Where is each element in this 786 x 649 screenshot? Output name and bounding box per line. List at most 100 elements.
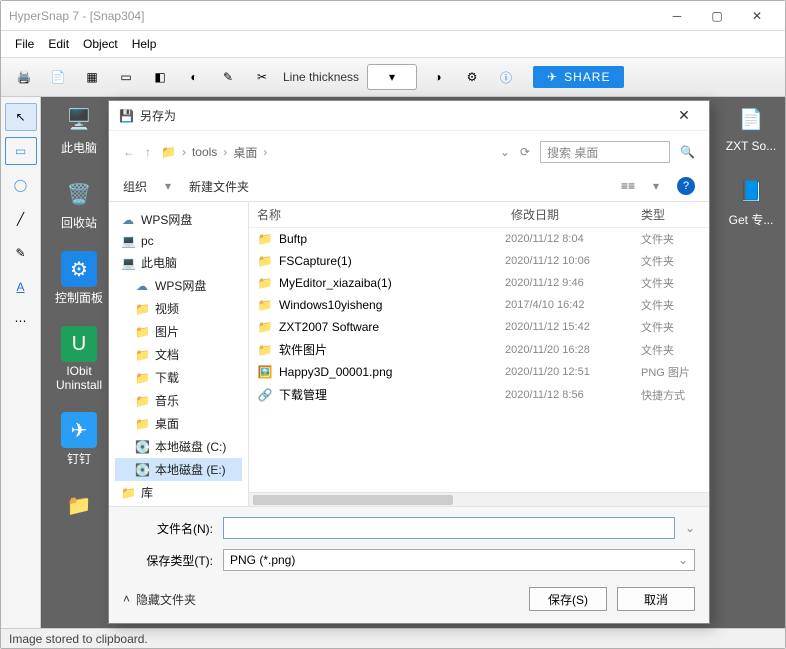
organize-menu[interactable]: 组织 — [123, 178, 147, 195]
color-icon[interactable]: ◑ — [425, 64, 451, 90]
folder-icon: 📁 — [161, 145, 176, 159]
cancel-button[interactable]: 取消 — [617, 587, 695, 611]
dialog-close-button[interactable]: ✕ — [669, 107, 699, 124]
ellipse-tool[interactable]: ◯ — [5, 171, 37, 199]
toolbar: 🖨️ 📄 ▦ ▭ ◧ ◐ ✎ ✂ Line thickness ▾ ◑ ⚙ ⓘ … — [1, 57, 785, 97]
folder-icon: 📁 — [257, 276, 273, 290]
nav-back-icon[interactable]: ← — [123, 145, 135, 159]
search-icon[interactable]: 🔍 — [680, 145, 695, 159]
desktop-get[interactable]: 📘Get 专... — [723, 173, 779, 228]
info-icon[interactable]: ⓘ — [493, 64, 519, 90]
maximize-button[interactable]: ▢ — [697, 2, 737, 30]
pc-icon: 💻 — [121, 234, 135, 248]
folder-icon: 📁 — [257, 343, 273, 357]
eraser-icon[interactable]: ✂ — [249, 64, 275, 90]
more-tool[interactable]: ⋯ — [5, 307, 37, 335]
tool-icon-6[interactable]: ◐ — [181, 64, 207, 90]
tree-item[interactable]: 📁文档 — [115, 343, 242, 366]
col-type[interactable]: 类型 — [641, 206, 701, 223]
settings-icon[interactable]: ⚙ — [459, 64, 485, 90]
tree-item[interactable]: 📁音乐 — [115, 389, 242, 412]
menu-edit[interactable]: Edit — [48, 37, 69, 51]
list-item[interactable]: 🖼️Happy3D_00001.png2020/11/20 12:51PNG 图… — [249, 361, 709, 383]
dialog-body: ☁WPS网盘💻pc💻此电脑☁WPS网盘📁视频📁图片📁文档📁下载📁音乐📁桌面💽本地… — [109, 201, 709, 507]
pc-icon: 💻 — [121, 256, 135, 270]
pencil-tool[interactable]: ✎ — [5, 239, 37, 267]
tree-item[interactable]: 📁桌面 — [115, 412, 242, 435]
refresh-icon[interactable]: ⟳ — [520, 145, 530, 159]
line-thickness-select[interactable]: ▾ — [367, 64, 417, 90]
dialog-nav: ← ↑ 📁 tools 桌面 ⌄ ⟳ 搜索 桌面 🔍 — [109, 131, 709, 173]
desktop-iobit[interactable]: UIObit Uninstall — [51, 326, 107, 392]
tree-item[interactable]: 📁库 — [115, 481, 242, 504]
brush-icon[interactable]: ✎ — [215, 64, 241, 90]
dialog-fields: 文件名(N): ⌄ 保存类型(T): PNG (*.png) ⌄ — [109, 507, 709, 577]
app-icon: 🔗 — [257, 388, 273, 402]
list-item[interactable]: 📁MyEditor_xiazaiba(1)2020/11/12 9:46文件夹 — [249, 272, 709, 294]
line-tool[interactable]: ╱ — [5, 205, 37, 233]
tree-item[interactable]: 📁视频 — [115, 297, 242, 320]
list-item[interactable]: 📁FSCapture(1)2020/11/12 10:06文件夹 — [249, 250, 709, 272]
tree-item[interactable]: 📁下载 — [115, 366, 242, 389]
desktop-mycomputer[interactable]: 🖥️此电脑 — [51, 101, 107, 156]
save-button[interactable]: 保存(S) — [529, 587, 607, 611]
search-input[interactable]: 搜索 桌面 — [540, 141, 670, 163]
tree-item[interactable]: 💽本地磁盘 (C:) — [115, 435, 242, 458]
view-mode-button[interactable]: ≡≡ — [621, 179, 635, 193]
col-date[interactable]: 修改日期 — [511, 206, 641, 223]
folder-icon: 📁 — [135, 325, 149, 339]
folder-icon: 📁 — [257, 320, 273, 334]
chevron-down-icon: ⌄ — [678, 553, 688, 567]
tool-icon-3[interactable]: ▦ — [79, 64, 105, 90]
list-item[interactable]: 🔗下载管理2020/11/12 8:56快捷方式 — [249, 383, 709, 406]
tree-item[interactable]: 💻pc — [115, 231, 242, 251]
scrollbar-thumb[interactable] — [253, 495, 453, 505]
desktop-controlpanel[interactable]: ⚙控制面板 — [51, 251, 107, 306]
col-name[interactable]: 名称 — [257, 206, 511, 223]
filename-dropdown-icon[interactable]: ⌄ — [685, 521, 695, 535]
dialog-toolbar: 组织 ▾ 新建文件夹 ≡≡ ▾ ? — [109, 173, 709, 201]
menu-file[interactable]: File — [15, 37, 34, 51]
folder-icon: 📁 — [121, 486, 135, 500]
tree-item[interactable]: 💻此电脑 — [115, 251, 242, 274]
list-item[interactable]: 📁Windows10yisheng2017/4/10 16:42文件夹 — [249, 294, 709, 316]
tool-icon-4[interactable]: ▭ — [113, 64, 139, 90]
list-item[interactable]: 📁软件图片2020/11/20 16:28文件夹 — [249, 338, 709, 361]
tree-item[interactable]: 📁图片 — [115, 320, 242, 343]
cursor-tool[interactable]: ↖ — [5, 103, 37, 131]
rect-tool[interactable]: ▭ — [5, 137, 37, 165]
desktop-icons-left: 🖥️此电脑 🗑️回收站 ⚙控制面板 UIObit Uninstall ✈钉钉 📁 — [51, 101, 107, 523]
tool-icon-5[interactable]: ◧ — [147, 64, 173, 90]
file-list: 名称 修改日期 类型 📁Buftp2020/11/12 8:04文件夹📁FSCa… — [249, 202, 709, 506]
filetype-select[interactable]: PNG (*.png) ⌄ — [223, 549, 695, 571]
breadcrumb[interactable]: 📁 tools 桌面 — [161, 144, 490, 161]
tree-item[interactable]: ☁WPS网盘 — [115, 208, 242, 231]
nav-up-icon[interactable]: ↑ — [145, 145, 151, 159]
horizontal-scrollbar[interactable] — [249, 492, 709, 506]
tree-item[interactable]: 💽本地磁盘 (E:) — [115, 458, 242, 481]
tree-item[interactable]: ☁WPS网盘 — [115, 274, 242, 297]
help-icon[interactable]: ? — [677, 177, 695, 195]
share-button[interactable]: ✈ SHARE — [533, 66, 624, 88]
chevron-down-icon[interactable]: ⌄ — [500, 145, 510, 159]
tool-icon-2[interactable]: 📄 — [45, 64, 71, 90]
desktop-dingtalk[interactable]: ✈钉钉 — [51, 412, 107, 467]
filename-input[interactable] — [223, 517, 675, 539]
new-folder-button[interactable]: 新建文件夹 — [189, 178, 249, 195]
desktop-recyclebin[interactable]: 🗑️回收站 — [51, 176, 107, 231]
app-title: HyperSnap 7 - [Snap304] — [9, 9, 657, 23]
print-icon[interactable]: 🖨️ — [11, 64, 37, 90]
hide-folders-toggle[interactable]: ˄ 隐藏文件夹 — [123, 591, 196, 608]
minimize-button[interactable]: ─ — [657, 2, 697, 30]
desktop-zxt[interactable]: 📄ZXT So... — [723, 101, 779, 153]
menu-object[interactable]: Object — [83, 37, 118, 51]
close-button[interactable]: ✕ — [737, 2, 777, 30]
list-item[interactable]: 📁ZXT2007 Software2020/11/12 15:42文件夹 — [249, 316, 709, 338]
menu-help[interactable]: Help — [132, 37, 157, 51]
list-item[interactable]: 📁Buftp2020/11/12 8:04文件夹 — [249, 228, 709, 250]
desktop-folder[interactable]: 📁 — [51, 487, 107, 523]
statusbar: Image stored to clipboard. — [1, 628, 785, 648]
filename-label: 文件名(N): — [123, 520, 213, 537]
text-tool[interactable]: A — [5, 273, 37, 301]
dialog-titlebar: 💾 另存为 ✕ — [109, 101, 709, 131]
